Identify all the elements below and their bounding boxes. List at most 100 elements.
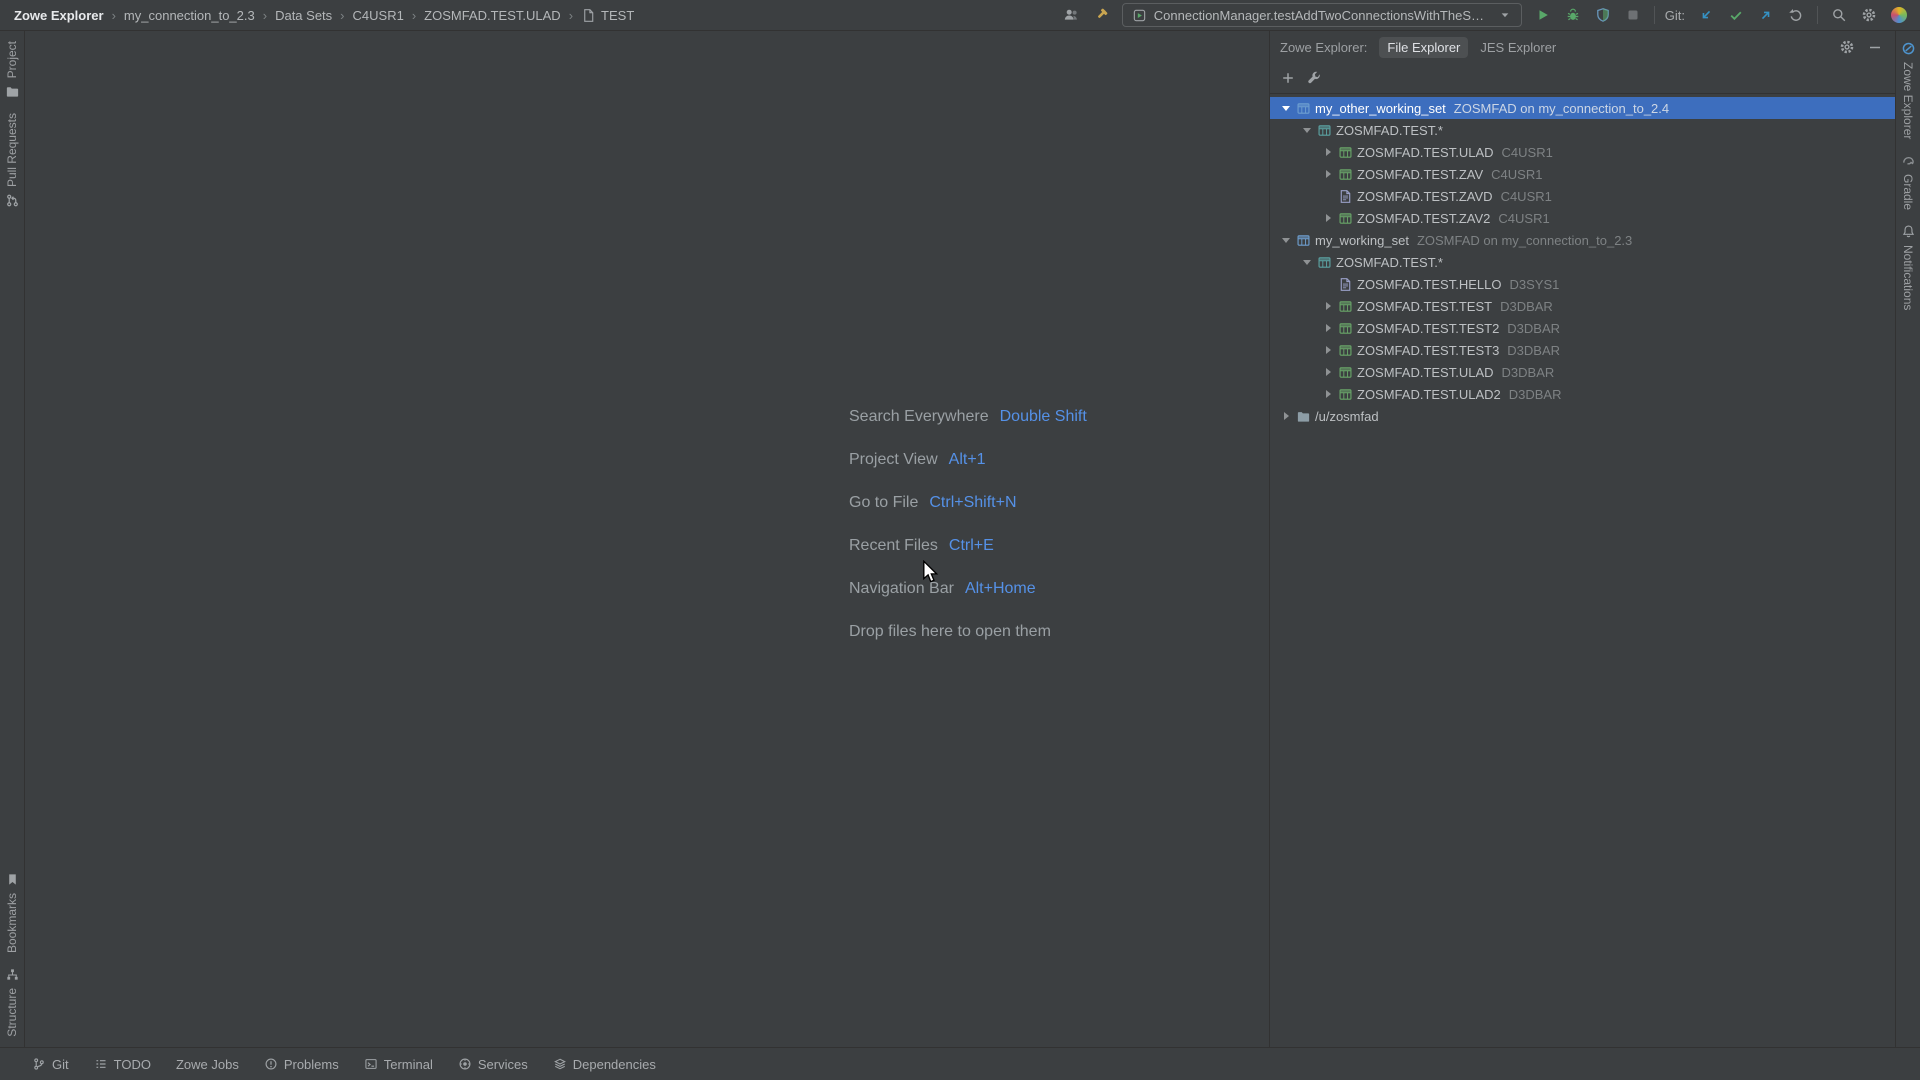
tree-row[interactable]: ZOSMFAD.TEST.TEST D3DBAR bbox=[1270, 295, 1895, 317]
git-branch-icon bbox=[32, 1057, 46, 1071]
tree-row[interactable]: ZOSMFAD.TEST.ULAD2 D3DBAR bbox=[1270, 383, 1895, 405]
shortcut-row: Project View Alt+1 bbox=[849, 438, 1087, 481]
tree-chevron-icon[interactable] bbox=[1322, 344, 1334, 356]
tree-row[interactable]: my_working_set ZOSMFAD on my_connection_… bbox=[1270, 229, 1895, 251]
rollback-icon[interactable] bbox=[1785, 4, 1807, 26]
bookmark-icon bbox=[5, 872, 20, 887]
tree-chevron-icon[interactable] bbox=[1322, 146, 1334, 158]
search-icon[interactable] bbox=[1828, 4, 1850, 26]
stripe-label: Structure bbox=[5, 988, 19, 1037]
dataset-icon bbox=[1338, 321, 1353, 336]
breadcrumb-item[interactable]: Zowe Explorer bbox=[14, 8, 104, 23]
tree-row[interactable]: my_other_working_set ZOSMFAD on my_conne… bbox=[1270, 97, 1895, 119]
tree-item-label: ZOSMFAD.TEST.ZAVD bbox=[1357, 189, 1493, 204]
tool-window-tab[interactable]: File Explorer bbox=[1379, 37, 1468, 58]
stripe-button[interactable]: Gradle bbox=[1901, 153, 1916, 210]
breadcrumb-item[interactable]: ZOSMFAD.TEST.ULAD bbox=[404, 8, 561, 23]
tree-chevron-icon[interactable] bbox=[1322, 278, 1334, 290]
tree-indent bbox=[1276, 196, 1318, 197]
tree-row[interactable]: ZOSMFAD.TEST.* bbox=[1270, 119, 1895, 141]
tree-chevron-icon[interactable] bbox=[1322, 212, 1334, 224]
avatar-icon[interactable] bbox=[1888, 4, 1910, 26]
status-bar-item[interactable]: Zowe Jobs bbox=[176, 1057, 239, 1072]
stripe-button[interactable]: Structure bbox=[5, 967, 20, 1037]
plus-icon[interactable] bbox=[1278, 68, 1298, 88]
status-bar-item[interactable]: Terminal bbox=[364, 1057, 433, 1072]
update-icon[interactable] bbox=[1695, 4, 1717, 26]
tree-chevron-icon[interactable] bbox=[1280, 410, 1292, 422]
tree-chevron-icon[interactable] bbox=[1322, 300, 1334, 312]
dataset-mask-icon bbox=[1317, 255, 1332, 270]
status-bar-item[interactable]: Dependencies bbox=[553, 1057, 656, 1072]
status-bar-item[interactable]: Git bbox=[32, 1057, 69, 1072]
coverage-icon[interactable] bbox=[1592, 4, 1614, 26]
dependencies-icon bbox=[553, 1057, 567, 1071]
stripe-button[interactable]: Pull Requests bbox=[5, 113, 20, 208]
run-actions-group bbox=[1532, 4, 1644, 26]
tree-row[interactable]: ZOSMFAD.TEST.HELLO D3SYS1 bbox=[1270, 273, 1895, 295]
debug-icon[interactable] bbox=[1562, 4, 1584, 26]
tree-row[interactable]: ZOSMFAD.TEST.ZAV C4USR1 bbox=[1270, 163, 1895, 185]
stripe-button[interactable]: Project bbox=[5, 41, 20, 99]
tree-chevron-icon[interactable] bbox=[1322, 366, 1334, 378]
tree-item-detail: D3DBAR bbox=[1509, 387, 1562, 402]
gear-icon[interactable] bbox=[1837, 37, 1857, 57]
tree-row[interactable]: ZOSMFAD.TEST.ZAV2 C4USR1 bbox=[1270, 207, 1895, 229]
shortcut-row: Recent Files Ctrl+E bbox=[849, 524, 1087, 567]
minimize-icon[interactable] bbox=[1865, 37, 1885, 57]
stripe-label: Project bbox=[5, 41, 19, 78]
status-bar-item-label: Problems bbox=[284, 1057, 339, 1072]
hammer-icon[interactable] bbox=[1090, 4, 1112, 26]
run-icon[interactable] bbox=[1532, 4, 1554, 26]
stripe-button[interactable]: Bookmarks bbox=[5, 872, 20, 953]
tree-chevron-icon[interactable] bbox=[1280, 102, 1292, 114]
stripe-label: Zowe Explorer bbox=[1901, 62, 1915, 139]
tree-row[interactable]: ZOSMFAD.TEST.TEST3 D3DBAR bbox=[1270, 339, 1895, 361]
tree-chevron-icon[interactable] bbox=[1322, 388, 1334, 400]
commit-icon[interactable] bbox=[1725, 4, 1747, 26]
tree-row[interactable]: /u/zosmfad bbox=[1270, 405, 1895, 427]
stripe-button[interactable]: Notifications bbox=[1901, 224, 1916, 310]
breadcrumb-item[interactable]: Data Sets bbox=[255, 8, 332, 23]
terminal-icon bbox=[364, 1057, 378, 1071]
users-icon[interactable] bbox=[1060, 4, 1082, 26]
tree-row[interactable]: ZOSMFAD.TEST.TEST2 D3DBAR bbox=[1270, 317, 1895, 339]
run-configuration-select[interactable]: ConnectionManager.testAddTwoConnectionsW… bbox=[1122, 3, 1522, 27]
tree-chevron-icon[interactable] bbox=[1301, 256, 1313, 268]
tool-window-tabs: File Explorer JES Explorer bbox=[1379, 37, 1564, 58]
tree-chevron-icon[interactable] bbox=[1322, 322, 1334, 334]
breadcrumb-item[interactable]: TEST bbox=[561, 8, 635, 23]
settings-icon[interactable] bbox=[1858, 4, 1880, 26]
git-actions-group bbox=[1695, 4, 1807, 26]
wrench-icon[interactable] bbox=[1304, 68, 1324, 88]
tree-chevron-icon[interactable] bbox=[1322, 190, 1334, 202]
services-icon bbox=[458, 1057, 472, 1071]
breadcrumb-item[interactable]: C4USR1 bbox=[332, 8, 404, 23]
status-bar-item-label: Services bbox=[478, 1057, 528, 1072]
tree-row[interactable]: ZOSMFAD.TEST.ZAVD C4USR1 bbox=[1270, 185, 1895, 207]
stop-icon[interactable] bbox=[1622, 4, 1644, 26]
tree-item-label: ZOSMFAD.TEST.* bbox=[1336, 123, 1443, 138]
breadcrumb-label: TEST bbox=[601, 8, 634, 23]
pull-request-icon bbox=[5, 193, 20, 208]
breadcrumb-item[interactable]: my_connection_to_2.3 bbox=[104, 8, 255, 23]
project-folder-icon bbox=[5, 84, 20, 99]
dataset-icon bbox=[1338, 145, 1353, 160]
tree-row[interactable]: ZOSMFAD.TEST.ULAD C4USR1 bbox=[1270, 141, 1895, 163]
tree-row[interactable]: ZOSMFAD.TEST.ULAD D3DBAR bbox=[1270, 361, 1895, 383]
status-bar-item[interactable]: Services bbox=[458, 1057, 528, 1072]
push-icon[interactable] bbox=[1755, 4, 1777, 26]
working-set-icon bbox=[1296, 233, 1311, 248]
tool-window-header-actions bbox=[1837, 37, 1885, 57]
tree-row[interactable]: ZOSMFAD.TEST.* bbox=[1270, 251, 1895, 273]
tree-chevron-icon[interactable] bbox=[1322, 168, 1334, 180]
tree-chevron-icon[interactable] bbox=[1280, 234, 1292, 246]
status-bar-item[interactable]: TODO bbox=[94, 1057, 151, 1072]
tree-chevron-icon[interactable] bbox=[1301, 124, 1313, 136]
tool-window-tab[interactable]: JES Explorer bbox=[1472, 37, 1564, 58]
structure-icon bbox=[5, 967, 20, 982]
status-bar-item[interactable]: Problems bbox=[264, 1057, 339, 1072]
stripe-button[interactable]: Zowe Explorer bbox=[1901, 41, 1916, 139]
status-bar: Git TODO Zowe Jobs Problems Terminal bbox=[0, 1047, 1920, 1080]
dataset-icon bbox=[1338, 211, 1353, 226]
